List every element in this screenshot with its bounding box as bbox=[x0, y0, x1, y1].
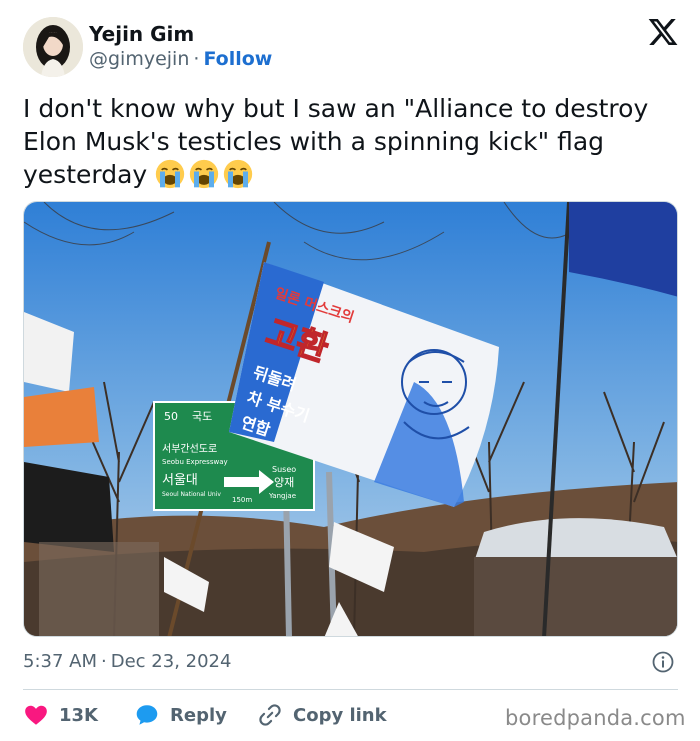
follow-button[interactable]: Follow bbox=[203, 48, 272, 70]
copy-link-label: Copy link bbox=[293, 704, 387, 726]
tweet-date: Dec 23, 2024 bbox=[110, 651, 232, 672]
divider bbox=[23, 689, 678, 690]
reply-label: Reply bbox=[170, 704, 227, 726]
sign-route: 50 bbox=[164, 410, 178, 423]
speech-bubble-icon bbox=[136, 705, 158, 725]
sign-right2: 양재 bbox=[274, 476, 294, 489]
sign-line1: 서부간선도로 bbox=[162, 443, 217, 455]
tweet-photo[interactable]: 50 국도 서부간선도로 Seobu Expressway 서울대 Seoul … bbox=[23, 201, 678, 637]
watermark: boredpanda.com bbox=[505, 706, 686, 730]
tweet-text: I don't know why but I saw an "Alliance … bbox=[23, 92, 683, 191]
loudly-crying-face-icon bbox=[224, 159, 253, 189]
copy-link-button[interactable]: Copy link bbox=[257, 702, 387, 728]
author-handle[interactable]: @gimyejin bbox=[89, 48, 189, 70]
sign-top: 국도 bbox=[192, 410, 212, 423]
author-name[interactable]: Yejin Gim bbox=[89, 22, 194, 46]
timestamp-separator: · bbox=[101, 651, 107, 672]
sign-line3: 서울대 bbox=[162, 473, 198, 488]
x-logo-icon[interactable] bbox=[647, 16, 679, 48]
sign-line4: Seoul National Univ bbox=[162, 491, 221, 498]
reply-button[interactable]: Reply bbox=[134, 702, 227, 728]
loudly-crying-face-icon bbox=[156, 159, 185, 189]
sign-line2: Seobu Expressway bbox=[162, 458, 228, 466]
tweet-time: 5:37 AM bbox=[23, 651, 97, 672]
tweet-timestamp[interactable]: 5:37 AM · Dec 23, 2024 bbox=[23, 651, 231, 672]
info-icon[interactable] bbox=[651, 650, 675, 674]
avatar[interactable] bbox=[23, 17, 83, 77]
handle-separator: · bbox=[193, 48, 200, 70]
sign-distance: 150m bbox=[232, 496, 252, 504]
author-handle-row: @gimyejin · Follow bbox=[89, 48, 272, 70]
tweet-card: Yejin Gim @gimyejin · Follow I don't know … bbox=[0, 0, 700, 741]
like-count: 13K bbox=[59, 704, 98, 726]
sign-right1: Suseo bbox=[272, 465, 296, 474]
like-button[interactable]: 13K bbox=[23, 702, 98, 728]
heart-icon bbox=[25, 705, 47, 725]
tweet-body: I don't know why but I saw an "Alliance … bbox=[23, 94, 649, 189]
link-icon bbox=[259, 704, 281, 726]
sign-right3: Yangjae bbox=[268, 492, 296, 500]
loudly-crying-face-icon bbox=[190, 159, 219, 189]
